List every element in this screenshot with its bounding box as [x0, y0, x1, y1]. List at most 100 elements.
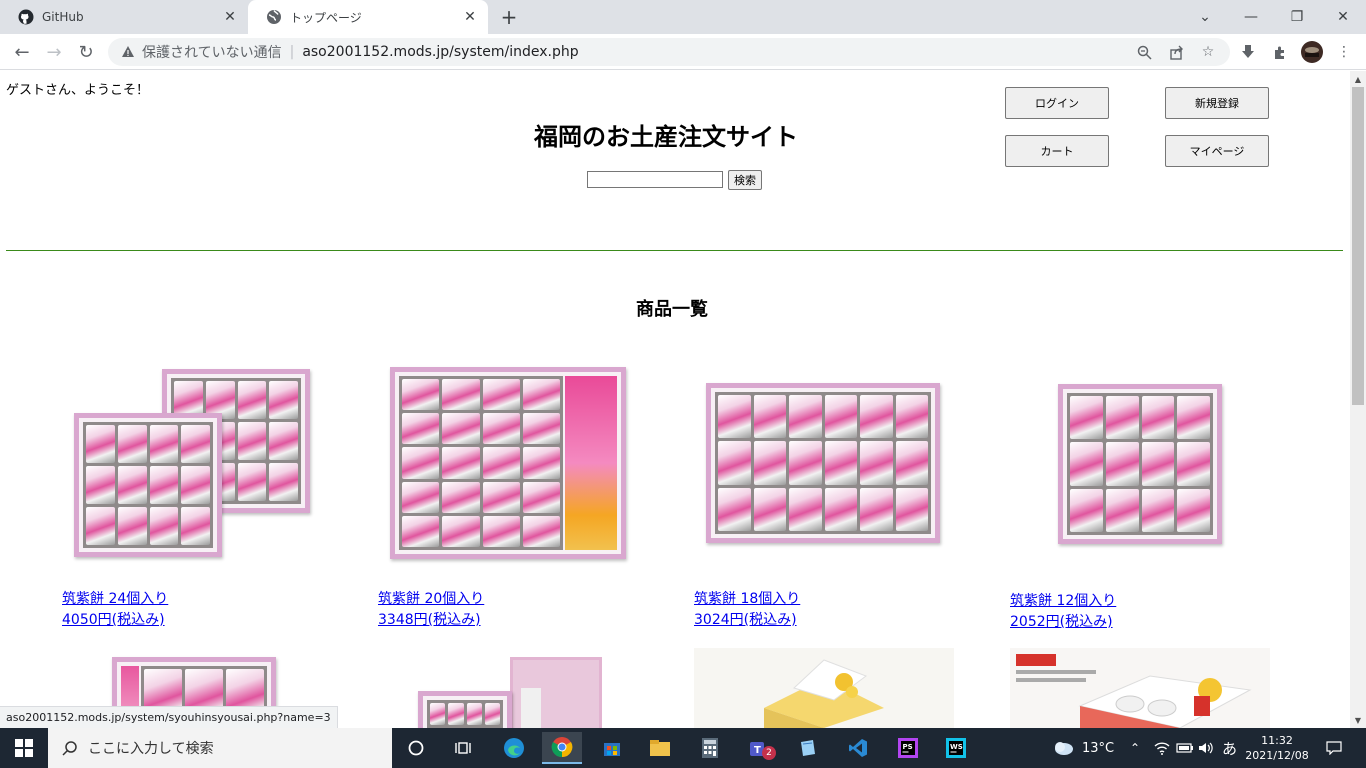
- scroll-thumb[interactable]: [1352, 87, 1364, 405]
- scroll-up-icon[interactable]: ▲: [1350, 71, 1366, 87]
- clock-date: 2021/12/08: [1245, 749, 1309, 762]
- chrome-icon[interactable]: [542, 732, 582, 764]
- product-price: 3024円(税込み): [694, 612, 797, 628]
- product-box: [706, 383, 940, 543]
- ime-indicator[interactable]: あ: [1222, 728, 1237, 768]
- back-arrow-icon[interactable]: ←: [8, 38, 36, 66]
- tab-strip: GitHub ✕ トップページ ✕ + ⌄ — ❐ ✕: [0, 0, 1366, 34]
- webstorm-icon[interactable]: WS: [936, 732, 976, 764]
- close-icon[interactable]: ✕: [460, 7, 480, 27]
- clock[interactable]: 11:32 2021/12/08: [1245, 728, 1309, 768]
- url-text[interactable]: aso2001152.mods.jp/system/index.php: [302, 44, 578, 60]
- search-placeholder: ここに入力して検索: [88, 741, 214, 757]
- tab-search-icon[interactable]: ⌄: [1182, 0, 1228, 34]
- vscode-icon[interactable]: [838, 732, 878, 764]
- avatar[interactable]: [1298, 38, 1326, 66]
- product-name: 筑紫餅 12個入り: [1010, 593, 1117, 609]
- product-image-20[interactable]: [390, 367, 626, 559]
- search-button[interactable]: 検索: [728, 170, 762, 190]
- product-image-row2-3[interactable]: [694, 648, 954, 728]
- mypage-button[interactable]: マイページ: [1165, 135, 1269, 167]
- welcome-message: ゲストさん、ようこそ！: [6, 83, 150, 98]
- new-tab-icon[interactable]: +: [496, 5, 522, 29]
- divider: [6, 250, 1343, 251]
- page-content: ゲストさん、ようこそ！ 福岡のお土産注文サイト 検索 ログイン 新規登録 カート…: [0, 71, 1350, 728]
- product-price: 4050円(税込み): [62, 612, 165, 628]
- product-box: [74, 413, 222, 557]
- product-package: [510, 657, 602, 728]
- product-price: 2052円(税込み): [1010, 614, 1113, 630]
- windows-taskbar: ここに入力して検索 T 2 PS WS 13°C ⌃ あ 11:32 2021/…: [0, 728, 1366, 768]
- address-bar[interactable]: 保護されていない通信 | aso2001152.mods.jp/system/i…: [108, 38, 1230, 66]
- product-box: [418, 691, 512, 728]
- gift-box-illustration: [1078, 675, 1252, 728]
- register-button[interactable]: 新規登録: [1165, 87, 1269, 119]
- product-image-row2-2[interactable]: [418, 657, 604, 728]
- product-image-12[interactable]: [1058, 384, 1222, 544]
- tab-title: トップページ: [290, 10, 362, 25]
- search-input[interactable]: [587, 171, 723, 188]
- product-image-row2-4[interactable]: [1010, 648, 1270, 728]
- warning-icon[interactable]: [120, 44, 136, 60]
- teams-icon[interactable]: T 2: [740, 732, 780, 764]
- tray-chevron-icon[interactable]: ⌃: [1130, 728, 1140, 768]
- browser-toolbar: ← → ↻ 保護されていない通信 | aso2001152.mods.jp/sy…: [0, 34, 1366, 70]
- product-link-20[interactable]: 筑紫餅 20個入り 3348円(税込み): [378, 589, 484, 631]
- svg-text:WS: WS: [950, 743, 963, 751]
- store-icon[interactable]: [592, 732, 632, 764]
- scroll-down-icon[interactable]: ▼: [1350, 712, 1366, 728]
- battery-icon[interactable]: [1176, 728, 1194, 768]
- security-text: 保護されていない通信: [142, 45, 282, 61]
- menu-kebab-icon[interactable]: ⋮: [1330, 38, 1358, 66]
- task-view-icon[interactable]: [444, 732, 484, 764]
- yellow-box-illustration: [764, 659, 884, 728]
- product-link-24[interactable]: 筑紫餅 24個入り 4050円(税込み): [62, 589, 168, 631]
- phpstorm-icon[interactable]: PS: [888, 732, 928, 764]
- cart-button[interactable]: カート: [1005, 135, 1109, 167]
- notification-badge: 2: [762, 746, 776, 760]
- bookmark-star-icon[interactable]: ☆: [1194, 38, 1222, 66]
- clock-time: 11:32: [1261, 734, 1293, 747]
- section-title: 商品一覧: [636, 299, 708, 320]
- product-image-18[interactable]: [706, 383, 940, 543]
- notification-center-icon[interactable]: [1320, 728, 1348, 768]
- page-scrollbar[interactable]: ▲ ▼: [1350, 71, 1366, 728]
- product-link-12[interactable]: 筑紫餅 12個入り 2052円(税込み): [1010, 591, 1116, 633]
- share-icon[interactable]: [1162, 38, 1190, 66]
- cortana-icon[interactable]: [396, 732, 436, 764]
- window-close-icon[interactable]: ✕: [1320, 0, 1366, 34]
- login-button[interactable]: ログイン: [1005, 87, 1109, 119]
- download-icon[interactable]: [1234, 38, 1262, 66]
- svg-text:T: T: [754, 745, 761, 756]
- reload-icon[interactable]: ↻: [72, 38, 100, 66]
- tab-top-page[interactable]: トップページ ✕: [248, 0, 488, 34]
- weather-widget[interactable]: 13°C: [1052, 728, 1114, 768]
- wifi-icon[interactable]: [1154, 728, 1170, 768]
- status-bar: aso2001152.mods.jp/system/syouhinsyousai…: [0, 706, 338, 728]
- separator: |: [289, 44, 295, 60]
- product-price: 3348円(税込み): [378, 612, 481, 628]
- zoom-icon[interactable]: [1130, 38, 1158, 66]
- weather-temp: 13°C: [1082, 740, 1115, 756]
- product-link-18[interactable]: 筑紫餅 18個入り 3024円(税込み): [694, 589, 800, 631]
- tab-github[interactable]: GitHub ✕: [0, 0, 248, 34]
- notepad-icon[interactable]: [788, 732, 828, 764]
- volume-icon[interactable]: [1198, 728, 1214, 768]
- forward-arrow-icon[interactable]: →: [40, 38, 68, 66]
- product-image-24[interactable]: [62, 361, 322, 561]
- globe-icon: [266, 9, 282, 25]
- file-explorer-icon[interactable]: [640, 732, 680, 764]
- minimize-icon[interactable]: —: [1228, 0, 1274, 34]
- taskbar-search[interactable]: ここに入力して検索: [48, 728, 392, 768]
- cloud-icon: [1055, 742, 1073, 755]
- search-icon: [62, 740, 78, 756]
- product-name: 筑紫餅 20個入り: [378, 591, 485, 607]
- extensions-icon[interactable]: [1266, 38, 1294, 66]
- windows-start-icon[interactable]: [4, 732, 44, 764]
- close-icon[interactable]: ✕: [220, 7, 240, 27]
- site-title: 福岡のお土産注文サイト: [534, 123, 798, 151]
- calculator-icon[interactable]: [690, 732, 730, 764]
- svg-text:PS: PS: [903, 743, 913, 751]
- edge-icon[interactable]: [494, 732, 534, 764]
- restore-icon[interactable]: ❐: [1274, 0, 1320, 34]
